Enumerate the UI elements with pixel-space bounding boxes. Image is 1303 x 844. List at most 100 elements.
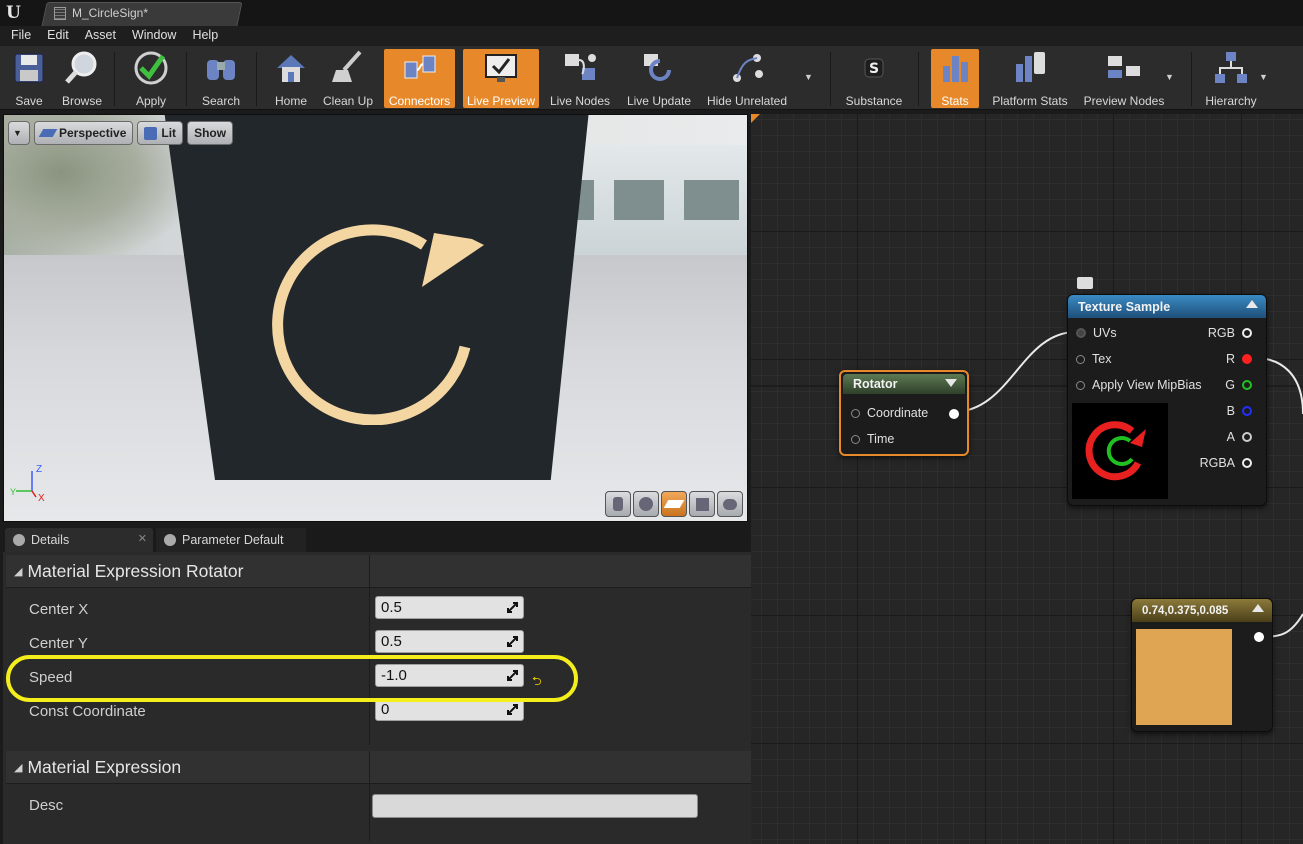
viewport-options-button[interactable]: ▼ <box>8 121 30 145</box>
plane-preview-button[interactable] <box>661 491 687 517</box>
home-icon <box>271 49 311 87</box>
hide-unrelated-button[interactable]: Hide Unrelated <box>703 49 791 108</box>
svg-text:Y: Y <box>10 487 16 497</box>
speed-highlight-annotation <box>6 655 578 702</box>
hide-unrelated-dropdown-icon[interactable]: ▼ <box>804 72 813 82</box>
tex-input-pin[interactable]: Tex <box>1076 350 1111 368</box>
hierarchy-dropdown-icon[interactable]: ▼ <box>1259 72 1268 82</box>
uvs-input-pin[interactable]: UVs <box>1076 324 1117 342</box>
show-button[interactable]: Show <box>187 121 234 145</box>
b-output-pin[interactable]: B <box>1227 402 1252 420</box>
rotator-node[interactable]: Rotator Coordinate Time <box>839 370 969 456</box>
sphere-icon <box>639 497 653 511</box>
live-update-icon <box>639 49 679 87</box>
color-swatch <box>1136 629 1232 725</box>
hierarchy-button[interactable]: Hierarchy <box>1200 49 1262 108</box>
collapse-node-icon[interactable] <box>945 379 957 387</box>
broom-icon <box>328 49 368 87</box>
clean-up-button[interactable]: Clean Up <box>320 49 376 108</box>
preview-viewport[interactable]: ▼ Perspective Lit Show Z Y X <box>3 114 748 522</box>
menu-window[interactable]: Window <box>132 26 176 46</box>
unreal-logo-icon[interactable]: U <box>6 3 28 23</box>
substance-icon: S <box>854 49 894 87</box>
live-update-button[interactable]: Live Update <box>623 49 695 108</box>
substance-button[interactable]: S Substance <box>840 49 908 108</box>
live-nodes-button[interactable]: Live Nodes <box>547 49 613 108</box>
collapse-triangle-icon: ◢ <box>14 565 23 578</box>
cylinder-icon <box>613 497 623 511</box>
material-asset-icon <box>54 6 66 20</box>
menu-edit[interactable]: Edit <box>47 26 69 46</box>
menu-file[interactable]: File <box>11 26 31 46</box>
sphere-preview-button[interactable] <box>633 491 659 517</box>
perspective-button[interactable]: Perspective <box>34 121 134 145</box>
apply-view-mipbias-input-pin[interactable]: Apply View MipBias <box>1076 376 1202 394</box>
chevron-down-icon: ▼ <box>13 128 22 138</box>
connectors-button[interactable]: Connectors <box>384 49 455 108</box>
center-x-input[interactable]: 0.5 <box>375 596 524 619</box>
stats-bars-icon <box>935 49 975 87</box>
monitor-check-icon <box>481 49 521 87</box>
preview-mesh-selector <box>605 491 743 517</box>
expand-arrows-icon <box>507 704 518 715</box>
desc-input[interactable] <box>372 794 698 818</box>
lit-button[interactable]: Lit <box>137 121 184 145</box>
perspective-icon <box>38 129 58 137</box>
close-icon[interactable]: ✕ <box>138 532 147 545</box>
browse-button[interactable]: Browse <box>56 49 108 108</box>
preview-nodes-button[interactable]: Preview Nodes <box>1080 49 1168 108</box>
lit-cube-icon <box>144 126 158 140</box>
collapse-node-icon[interactable] <box>1246 300 1258 308</box>
svg-text:S: S <box>869 61 879 77</box>
section-material-expression-header[interactable]: ◢ Material Expression <box>6 751 772 784</box>
svg-text:X: X <box>38 493 45 503</box>
save-button[interactable]: Save <box>6 49 52 108</box>
cube-preview-button[interactable] <box>689 491 715 517</box>
menu-help[interactable]: Help <box>192 26 218 46</box>
menu-asset[interactable]: Asset <box>85 26 116 46</box>
live-preview-button[interactable]: Live Preview <box>463 49 539 108</box>
rgba-output-pin[interactable]: RGBA <box>1200 454 1252 472</box>
home-button[interactable]: Home <box>268 49 314 108</box>
collapse-triangle-icon: ◢ <box>14 761 23 774</box>
r-output-pin[interactable]: R <box>1226 350 1252 368</box>
save-icon <box>9 49 49 87</box>
material-graph-canvas[interactable]: Texture Sample UVs Tex Apply View MipBia… <box>751 114 1303 844</box>
connectors-icon <box>400 49 440 87</box>
search-button[interactable]: Search <box>196 49 246 108</box>
axis-gizmo: Z Y X <box>10 464 45 503</box>
magnifier-icon <box>62 49 102 87</box>
collapse-node-icon[interactable] <box>1252 604 1264 612</box>
tab-details[interactable]: Details ✕ <box>5 528 153 552</box>
rgb-output-pin[interactable]: RGB <box>1208 324 1252 342</box>
a-output-pin[interactable]: A <box>1227 428 1252 446</box>
time-input-pin[interactable]: Time <box>851 430 894 448</box>
reset-to-default-icon[interactable]: ⮌ <box>532 672 542 693</box>
g-output-pin[interactable]: G <box>1225 376 1252 394</box>
property-row-center-x: Center X 0.5 <box>6 592 772 626</box>
comment-bubble-icon[interactable] <box>1077 277 1093 289</box>
center-y-input[interactable]: 0.5 <box>375 630 524 653</box>
constant-vector-node[interactable]: 0.74,0.375,0.085 <box>1131 598 1273 732</box>
menu-bar: File Edit Asset Window Help <box>0 26 1303 46</box>
tab-parameter-defaults[interactable]: Parameter Defaults <box>156 528 306 552</box>
info-icon <box>13 534 25 546</box>
toolbar: Save Browse Apply Search Home Clean Up C… <box>0 46 1303 110</box>
platform-stats-button[interactable]: Platform Stats <box>987 49 1073 108</box>
constant-output-pin[interactable] <box>1254 632 1264 642</box>
apply-button[interactable]: Apply <box>124 49 178 108</box>
expand-arrows-icon <box>507 602 518 613</box>
section-rotator-header[interactable]: ◢ Material Expression Rotator <box>6 555 772 588</box>
coordinate-input-pin[interactable]: Coordinate <box>851 404 928 422</box>
teapot-preview-button[interactable] <box>717 491 743 517</box>
platform-stats-icon <box>1010 49 1050 87</box>
hierarchy-icon <box>1211 49 1251 87</box>
plane-icon <box>663 500 685 508</box>
stats-button[interactable]: Stats <box>931 49 979 108</box>
preview-nodes-dropdown-icon[interactable]: ▼ <box>1165 72 1174 82</box>
rotator-output-pin[interactable] <box>949 409 959 419</box>
title-bar: U M_CircleSign* <box>0 0 1303 26</box>
preview-nodes-icon <box>1104 49 1144 87</box>
cylinder-preview-button[interactable] <box>605 491 631 517</box>
texture-sample-node[interactable]: Texture Sample UVs Tex Apply View MipBia… <box>1067 294 1267 506</box>
